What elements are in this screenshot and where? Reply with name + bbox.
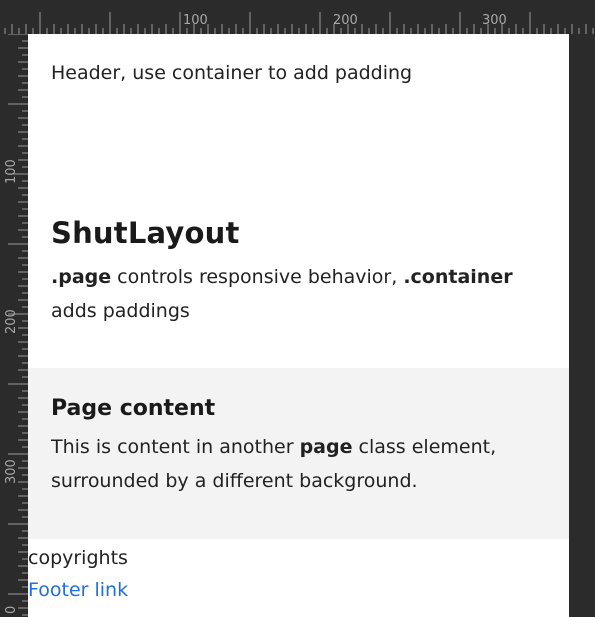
- horizontal-ruler: 100 200 300: [0, 0, 595, 35]
- content-bold-word: page: [299, 436, 353, 458]
- ruler-label: 100: [183, 13, 208, 28]
- content-text-start: This is content in another: [51, 436, 300, 458]
- page-class-code: .page: [51, 266, 112, 288]
- ruler-label: 300: [482, 13, 507, 28]
- ruler-label: 300: [4, 459, 19, 484]
- ruler-label: 100: [4, 159, 19, 184]
- footer-copyright: copyrights: [28, 547, 128, 569]
- ruler-label: 200: [333, 13, 358, 28]
- subtitle-text-mid: controls responsive behavior,: [111, 266, 404, 288]
- container-class-code: .container: [403, 266, 513, 288]
- footer: copyrights Footer link: [28, 539, 569, 607]
- content-section: Page content This is content in another …: [28, 368, 569, 539]
- content-text: This is content in another page class el…: [51, 430, 531, 498]
- scrollbar-gutter: [569, 34, 595, 617]
- page-subtitle: .page controls responsive behavior, .con…: [51, 260, 551, 328]
- vertical-ruler: 100 200 300 0: [0, 34, 29, 617]
- footer-link[interactable]: Footer link: [28, 573, 569, 607]
- content-title: Page content: [51, 396, 216, 421]
- horizontal-ruler-ticks: 100 200 300: [4, 12, 594, 34]
- ruler-label: 0: [4, 606, 19, 614]
- page-title: ShutLayout: [51, 216, 240, 250]
- ruler-label: 200: [4, 309, 19, 334]
- page-viewport: Header, use container to add padding Shu…: [28, 34, 569, 617]
- vertical-ruler-ticks: 100 200 300 0: [4, 34, 28, 616]
- header-text: Header, use container to add padding: [51, 62, 413, 84]
- header-section: Header, use container to add padding Shu…: [28, 34, 569, 368]
- subtitle-text-end: adds paddings: [51, 300, 190, 322]
